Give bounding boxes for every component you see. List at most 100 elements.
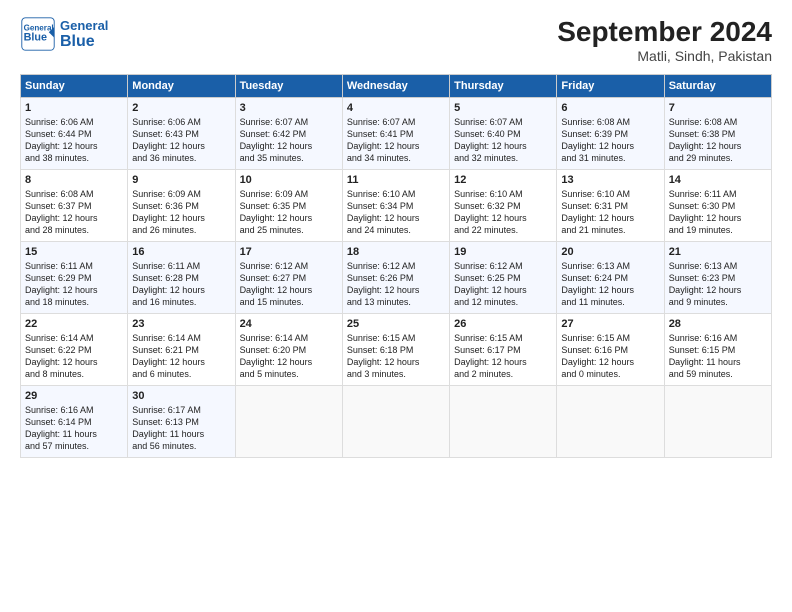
cell-info: Sunrise: 6:14 AMSunset: 6:22 PMDaylight:…: [25, 332, 123, 381]
cell-info: Sunrise: 6:10 AMSunset: 6:34 PMDaylight:…: [347, 188, 445, 237]
cell-info: Sunrise: 6:16 AMSunset: 6:15 PMDaylight:…: [669, 332, 767, 381]
calendar-table: SundayMondayTuesdayWednesdayThursdayFrid…: [20, 74, 772, 458]
calendar-cell: 10 Sunrise: 6:09 AMSunset: 6:35 PMDayligh…: [235, 170, 342, 242]
day-number: 26: [454, 318, 552, 330]
cell-info: Sunrise: 6:09 AMSunset: 6:35 PMDaylight:…: [240, 188, 338, 237]
day-number: 3: [240, 102, 338, 114]
calendar-cell: 25Sunrise: 6:15 AMSunset: 6:18 PMDayligh…: [342, 314, 449, 386]
calendar-cell: 19Sunrise: 6:12 AMSunset: 6:25 PMDayligh…: [450, 242, 557, 314]
day-number: 6: [561, 102, 659, 114]
day-number: 27: [561, 318, 659, 330]
calendar-cell: 15 Sunrise: 6:11 AMSunset: 6:29 PMDayligh…: [21, 242, 128, 314]
day-number: 28: [669, 318, 767, 330]
logo-general: General: [60, 18, 108, 33]
calendar-cell: [235, 386, 342, 458]
calendar-week-row: 29Sunrise: 6:16 AMSunset: 6:14 PMDayligh…: [21, 386, 772, 458]
calendar-cell: [557, 386, 664, 458]
day-number: 21: [669, 246, 767, 258]
calendar-cell: 9Sunrise: 6:09 AMSunset: 6:36 PMDaylight…: [128, 170, 235, 242]
cell-info: Sunrise: 6:11 AMSunset: 6:28 PMDaylight:…: [132, 260, 230, 309]
page-header: General Blue General Blue September 2024…: [20, 16, 772, 64]
day-number: 10: [240, 174, 338, 186]
day-number: 9: [132, 174, 230, 186]
calendar-cell: 4 Sunrise: 6:07 AMSunset: 6:41 PMDaylight…: [342, 98, 449, 170]
calendar-cell: 18Sunrise: 6:12 AMSunset: 6:26 PMDayligh…: [342, 242, 449, 314]
calendar-cell: 13 Sunrise: 6:10 AMSunset: 6:31 PMDayligh…: [557, 170, 664, 242]
calendar-cell: 21 Sunrise: 6:13 AMSunset: 6:23 PMDayligh…: [664, 242, 771, 314]
calendar-cell: 6 Sunrise: 6:08 AMSunset: 6:39 PMDaylight…: [557, 98, 664, 170]
calendar-cell: 26 Sunrise: 6:15 AMSunset: 6:17 PMDayligh…: [450, 314, 557, 386]
page-subtitle: Matli, Sindh, Pakistan: [557, 48, 772, 64]
col-header-sunday: Sunday: [21, 75, 128, 98]
calendar-cell: [450, 386, 557, 458]
cell-info: Sunrise: 6:07 AMSunset: 6:40 PMDaylight:…: [454, 116, 552, 165]
day-number: 14: [669, 174, 767, 186]
cell-info: Sunrise: 6:12 AMSunset: 6:26 PMDaylight:…: [347, 260, 445, 309]
title-block: September 2024 Matli, Sindh, Pakistan: [557, 16, 772, 64]
logo: General Blue General Blue: [20, 16, 108, 52]
cell-info: Sunrise: 6:06 AMSunset: 6:44 PMDaylight:…: [25, 116, 123, 165]
logo-icon: General Blue: [20, 16, 56, 52]
cell-info: Sunrise: 6:15 AMSunset: 6:16 PMDaylight:…: [561, 332, 659, 381]
cell-info: Sunrise: 6:13 AMSunset: 6:23 PMDaylight:…: [669, 260, 767, 309]
calendar-cell: 20 Sunrise: 6:13 AMSunset: 6:24 PMDayligh…: [557, 242, 664, 314]
day-number: 4: [347, 102, 445, 114]
cell-info: Sunrise: 6:15 AMSunset: 6:18 PMDaylight:…: [347, 332, 445, 381]
day-number: 15: [25, 246, 123, 258]
day-number: 24: [240, 318, 338, 330]
calendar-header-row: SundayMondayTuesdayWednesdayThursdayFrid…: [21, 75, 772, 98]
col-header-wednesday: Wednesday: [342, 75, 449, 98]
calendar-cell: 27 Sunrise: 6:15 AMSunset: 6:16 PMDayligh…: [557, 314, 664, 386]
day-number: 22: [25, 318, 123, 330]
calendar-cell: 22 Sunrise: 6:14 AMSunset: 6:22 PMDayligh…: [21, 314, 128, 386]
calendar-week-row: 1 Sunrise: 6:06 AMSunset: 6:44 PMDaylight…: [21, 98, 772, 170]
cell-info: Sunrise: 6:10 AMSunset: 6:31 PMDaylight:…: [561, 188, 659, 237]
day-number: 1: [25, 102, 123, 114]
day-number: 23: [132, 318, 230, 330]
col-header-tuesday: Tuesday: [235, 75, 342, 98]
col-header-saturday: Saturday: [664, 75, 771, 98]
cell-info: Sunrise: 6:16 AMSunset: 6:14 PMDaylight:…: [25, 404, 123, 453]
day-number: 17: [240, 246, 338, 258]
calendar-cell: 24 Sunrise: 6:14 AMSunset: 6:20 PMDayligh…: [235, 314, 342, 386]
cell-info: Sunrise: 6:17 AMSunset: 6:13 PMDaylight:…: [132, 404, 230, 453]
cell-info: Sunrise: 6:11 AMSunset: 6:30 PMDaylight:…: [669, 188, 767, 237]
day-number: 2: [132, 102, 230, 114]
cell-info: Sunrise: 6:15 AMSunset: 6:17 PMDaylight:…: [454, 332, 552, 381]
day-number: 16: [132, 246, 230, 258]
calendar-cell: 11Sunrise: 6:10 AMSunset: 6:34 PMDayligh…: [342, 170, 449, 242]
calendar-cell: 7Sunrise: 6:08 AMSunset: 6:38 PMDaylight…: [664, 98, 771, 170]
day-number: 30: [132, 390, 230, 402]
calendar-cell: [664, 386, 771, 458]
day-number: 19: [454, 246, 552, 258]
cell-info: Sunrise: 6:14 AMSunset: 6:21 PMDaylight:…: [132, 332, 230, 381]
cell-info: Sunrise: 6:11 AMSunset: 6:29 PMDaylight:…: [25, 260, 123, 309]
day-number: 13: [561, 174, 659, 186]
calendar-cell: 1 Sunrise: 6:06 AMSunset: 6:44 PMDaylight…: [21, 98, 128, 170]
calendar-cell: 23 Sunrise: 6:14 AMSunset: 6:21 PMDayligh…: [128, 314, 235, 386]
logo-text: General Blue: [60, 18, 108, 51]
calendar-cell: 3 Sunrise: 6:07 AMSunset: 6:42 PMDaylight…: [235, 98, 342, 170]
day-number: 8: [25, 174, 123, 186]
calendar-cell: 12Sunrise: 6:10 AMSunset: 6:32 PMDayligh…: [450, 170, 557, 242]
day-number: 20: [561, 246, 659, 258]
calendar-cell: 17 Sunrise: 6:12 AMSunset: 6:27 PMDayligh…: [235, 242, 342, 314]
day-number: 12: [454, 174, 552, 186]
svg-text:Blue: Blue: [24, 31, 47, 43]
cell-info: Sunrise: 6:07 AMSunset: 6:41 PMDaylight:…: [347, 116, 445, 165]
calendar-cell: 28 Sunrise: 6:16 AMSunset: 6:15 PMDayligh…: [664, 314, 771, 386]
cell-info: Sunrise: 6:12 AMSunset: 6:27 PMDaylight:…: [240, 260, 338, 309]
cell-info: Sunrise: 6:08 AMSunset: 6:38 PMDaylight:…: [669, 116, 767, 165]
cell-info: Sunrise: 6:14 AMSunset: 6:20 PMDaylight:…: [240, 332, 338, 381]
cell-info: Sunrise: 6:13 AMSunset: 6:24 PMDaylight:…: [561, 260, 659, 309]
page-title: September 2024: [557, 16, 772, 48]
col-header-monday: Monday: [128, 75, 235, 98]
calendar-week-row: 15 Sunrise: 6:11 AMSunset: 6:29 PMDayligh…: [21, 242, 772, 314]
calendar-week-row: 22 Sunrise: 6:14 AMSunset: 6:22 PMDayligh…: [21, 314, 772, 386]
cell-info: Sunrise: 6:08 AMSunset: 6:39 PMDaylight:…: [561, 116, 659, 165]
calendar-cell: [342, 386, 449, 458]
logo-blue: Blue: [60, 33, 95, 51]
calendar-cell: 14 Sunrise: 6:11 AMSunset: 6:30 PMDayligh…: [664, 170, 771, 242]
cell-info: Sunrise: 6:07 AMSunset: 6:42 PMDaylight:…: [240, 116, 338, 165]
calendar-cell: 29Sunrise: 6:16 AMSunset: 6:14 PMDayligh…: [21, 386, 128, 458]
